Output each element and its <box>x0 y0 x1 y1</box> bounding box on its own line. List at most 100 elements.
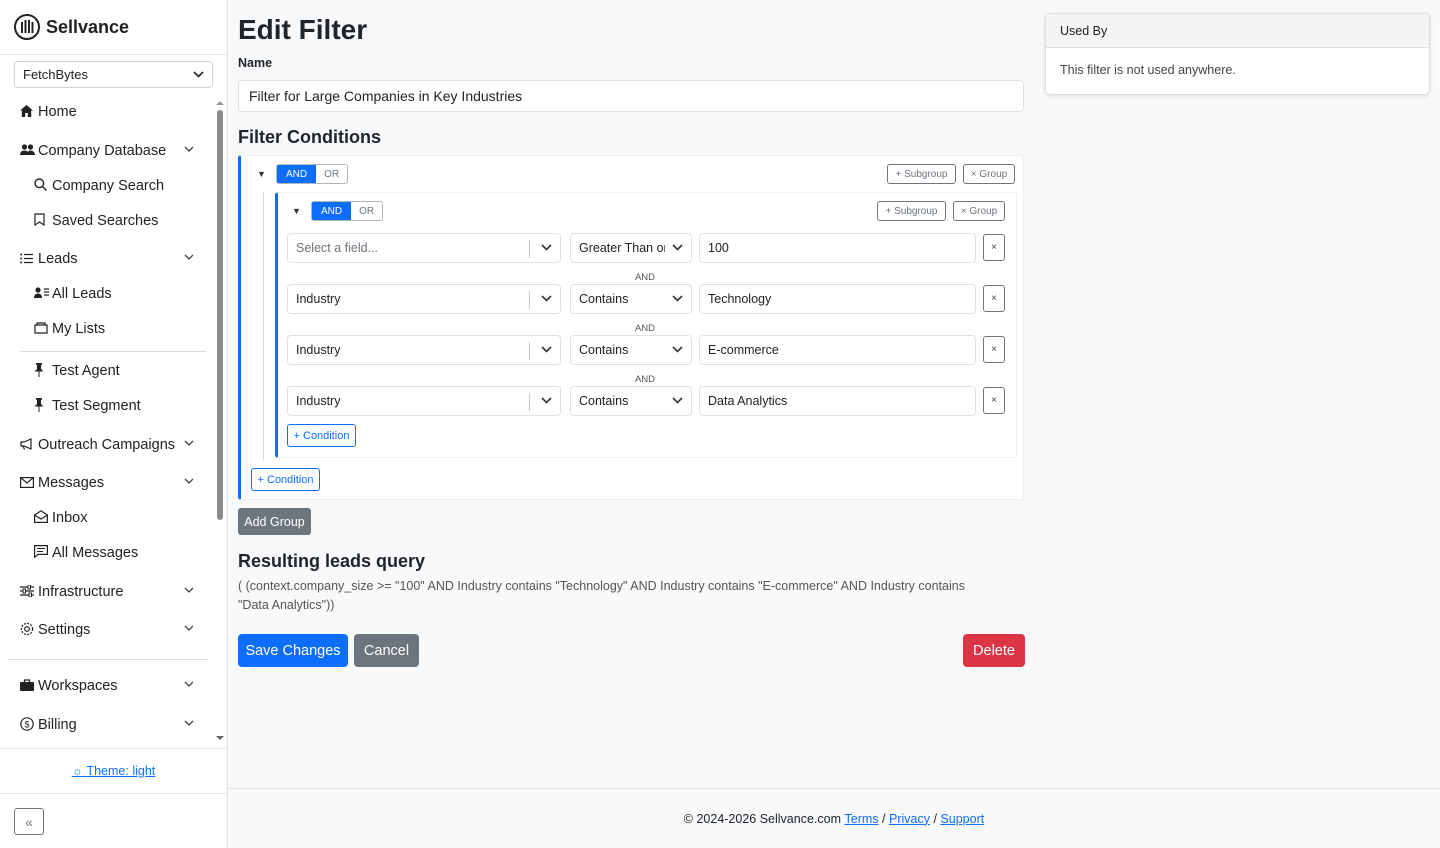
value-input[interactable]: Data Analytics <box>699 386 976 416</box>
sidebar-item-all-messages[interactable]: All Messages <box>34 540 214 566</box>
field-select[interactable]: Industry <box>287 335 561 365</box>
people-icon <box>20 143 38 159</box>
select-separator <box>529 393 530 411</box>
delete-button[interactable]: Delete <box>963 634 1025 667</box>
sidebar-item-messages[interactable]: Messages <box>20 470 200 496</box>
brand[interactable]: Sellvance <box>14 12 129 42</box>
pin-icon <box>34 362 52 380</box>
value-input[interactable]: Technology <box>699 284 976 314</box>
terms-link[interactable]: Terms <box>845 812 879 826</box>
chevron-down-icon[interactable] <box>184 585 194 595</box>
sidebar-item-billing[interactable]: $ Billing <box>20 712 200 738</box>
chevron-down-icon[interactable] <box>184 438 194 448</box>
sidebar-item-workspaces[interactable]: Workspaces <box>20 673 200 699</box>
filter-conditions-heading: Filter Conditions <box>238 127 381 147</box>
collapse-toggle-icon[interactable]: ▼ <box>292 206 301 216</box>
value-input[interactable]: 100 <box>699 233 976 263</box>
operator-select[interactable]: Greater Than or <box>570 233 692 263</box>
cancel-button[interactable]: Cancel <box>354 634 419 667</box>
chevron-down-icon[interactable] <box>184 476 194 486</box>
chevron-down-icon[interactable] <box>184 144 194 154</box>
sidebar-item-label: Billing <box>38 717 77 733</box>
support-link[interactable]: Support <box>940 812 984 826</box>
privacy-link[interactable]: Privacy <box>889 812 930 826</box>
or-option[interactable]: OR <box>316 165 348 183</box>
filter-name-input[interactable]: Filter for Large Companies in Key Indust… <box>238 80 1024 112</box>
value-input[interactable]: E-commerce <box>699 335 976 365</box>
sidebar-item-infrastructure[interactable]: Infrastructure <box>20 579 200 605</box>
sidebar-item-company-database[interactable]: Company Database <box>20 138 200 164</box>
sidebar-item-company-search[interactable]: Company Search <box>34 173 214 199</box>
remove-condition-button[interactable]: × <box>983 336 1005 363</box>
chevron-down-icon <box>672 397 683 404</box>
footer-separator: / <box>882 811 886 826</box>
scroll-down-icon[interactable] <box>216 735 224 741</box>
remove-condition-button[interactable]: × <box>983 285 1005 312</box>
and-or-toggle[interactable]: AND OR <box>276 164 349 184</box>
sidebar-item-inbox[interactable]: Inbox <box>34 505 214 531</box>
svg-text:$: $ <box>24 719 29 729</box>
theme-toggle-link[interactable]: ☼ Theme: light <box>72 764 156 778</box>
save-changes-button[interactable]: Save Changes <box>238 634 348 667</box>
operator-select[interactable]: Contains <box>570 386 692 416</box>
sidebar-item-outreach-campaigns[interactable]: Outreach Campaigns <box>20 432 200 458</box>
sidebar-item-label: Inbox <box>52 510 88 526</box>
sidebar-item-label: Test Agent <box>52 363 120 379</box>
chevron-down-icon[interactable] <box>184 679 194 689</box>
chevron-down-icon <box>541 295 552 302</box>
sidebar-item-leads[interactable]: Leads <box>20 246 200 272</box>
chevron-down-icon[interactable] <box>184 718 194 728</box>
sidebar-item-label: Infrastructure <box>38 584 124 600</box>
conjunction-label: AND <box>634 272 656 283</box>
operator-select[interactable]: Contains <box>570 284 692 314</box>
field-select-value: Industry <box>296 292 341 306</box>
sidebar-item-label: Company Search <box>52 178 165 194</box>
sidebar-item-test-segment[interactable]: Test Segment <box>34 393 214 419</box>
select-separator <box>529 240 530 258</box>
add-group-button[interactable]: Add Group <box>238 508 311 535</box>
collapse-toggle-icon[interactable]: ▼ <box>257 169 266 179</box>
remove-group-button[interactable]: × Group <box>953 201 1005 221</box>
remove-condition-button[interactable]: × <box>983 234 1005 261</box>
collapse-sidebar-button[interactable]: « <box>14 808 44 835</box>
sidebar-item-home[interactable]: Home <box>20 99 200 125</box>
sidebar-item-label: Home <box>38 104 77 120</box>
sidebar-item-all-leads[interactable]: All Leads <box>34 281 214 307</box>
add-subgroup-button[interactable]: + Subgroup <box>877 201 946 221</box>
operator-select[interactable]: Contains <box>570 335 692 365</box>
and-option[interactable]: AND <box>312 202 352 220</box>
scroll-thumb[interactable] <box>217 110 223 520</box>
double-chevron-left-icon: « <box>25 813 33 830</box>
main-content: Edit Filter Name Filter for Large Compan… <box>228 0 1440 848</box>
used-by-card: Used By This filter is not used anywhere… <box>1045 13 1430 95</box>
name-label: Name <box>238 56 273 70</box>
workspace-select-value: FetchBytes <box>23 67 89 82</box>
and-option[interactable]: AND <box>277 165 317 183</box>
theme-toggle-area: ☼ Theme: light <box>0 748 227 794</box>
workspace-select[interactable]: FetchBytes <box>14 61 213 88</box>
sidebar-item-my-lists[interactable]: My Lists <box>34 316 214 342</box>
add-condition-button[interactable]: + Condition <box>287 424 356 447</box>
remove-group-button[interactable]: × Group <box>963 164 1015 184</box>
sidebar-item-saved-searches[interactable]: Saved Searches <box>34 208 214 234</box>
add-subgroup-button[interactable]: + Subgroup <box>887 164 956 184</box>
footer-separator: / <box>933 811 937 826</box>
and-or-toggle[interactable]: AND OR <box>311 201 384 221</box>
or-option[interactable]: OR <box>351 202 383 220</box>
chevron-down-icon[interactable] <box>184 252 194 262</box>
sidebar-item-label: My Lists <box>52 321 106 337</box>
field-select[interactable]: Select a field... <box>287 233 561 263</box>
add-condition-button[interactable]: + Condition <box>251 468 320 491</box>
value-input-text: Technology <box>708 292 772 306</box>
scroll-up-icon[interactable] <box>216 100 224 106</box>
remove-condition-button[interactable]: × <box>983 387 1005 414</box>
sidebar-item-settings[interactable]: Settings <box>20 617 200 643</box>
footer: © 2024-2026 Sellvance.com Terms / Privac… <box>228 788 1440 848</box>
chevron-down-icon[interactable] <box>184 623 194 633</box>
megaphone-icon <box>20 437 38 453</box>
sidebar-scrollbar[interactable] <box>216 100 224 745</box>
sidebar-item-test-agent[interactable]: Test Agent <box>34 358 214 384</box>
copyright: © 2024-2026 Sellvance.com <box>683 811 842 826</box>
field-select[interactable]: Industry <box>287 386 561 416</box>
field-select[interactable]: Industry <box>287 284 561 314</box>
